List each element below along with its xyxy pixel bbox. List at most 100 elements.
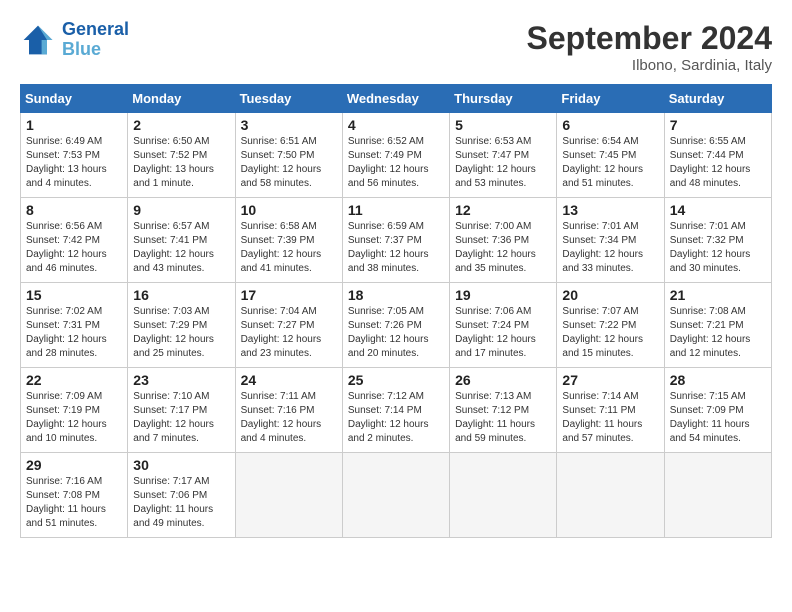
calendar-cell: 12 Sunrise: 7:00 AMSunset: 7:36 PMDayligh… bbox=[450, 198, 557, 283]
calendar-cell: 10 Sunrise: 6:58 AMSunset: 7:39 PMDayligh… bbox=[235, 198, 342, 283]
day-number: 6 bbox=[562, 117, 658, 133]
calendar-cell: 17 Sunrise: 7:04 AMSunset: 7:27 PMDayligh… bbox=[235, 283, 342, 368]
day-info: Sunrise: 6:51 AMSunset: 7:50 PMDaylight:… bbox=[241, 135, 337, 191]
day-number: 9 bbox=[133, 202, 229, 218]
day-number: 11 bbox=[348, 202, 444, 218]
calendar-cell: 22 Sunrise: 7:09 AMSunset: 7:19 PMDayligh… bbox=[21, 368, 128, 453]
calendar-cell: 7Sunrise: 6:55 AMSunset: 7:44 PMDaylight… bbox=[664, 113, 771, 198]
day-info: Sunrise: 7:12 AMSunset: 7:14 PMDaylight:… bbox=[348, 390, 444, 446]
calendar-cell: 9 Sunrise: 6:57 AMSunset: 7:41 PMDaylight… bbox=[128, 198, 235, 283]
day-info: Sunrise: 7:17 AMSunset: 7:06 PMDaylight:… bbox=[133, 475, 229, 531]
day-info: Sunrise: 7:15 AMSunset: 7:09 PMDaylight:… bbox=[670, 390, 766, 446]
day-info: Sunrise: 6:56 AMSunset: 7:42 PMDaylight:… bbox=[26, 220, 122, 276]
calendar-cell: 26 Sunrise: 7:13 AMSunset: 7:12 PMDayligh… bbox=[450, 368, 557, 453]
calendar-cell: 11 Sunrise: 6:59 AMSunset: 7:37 PMDayligh… bbox=[342, 198, 449, 283]
day-number: 30 bbox=[133, 457, 229, 473]
calendar-cell: 15 Sunrise: 7:02 AMSunset: 7:31 PMDayligh… bbox=[21, 283, 128, 368]
calendar-cell: 27Sunrise: 7:14 AMSunset: 7:11 PMDayligh… bbox=[557, 368, 664, 453]
calendar-week-row: 22 Sunrise: 7:09 AMSunset: 7:19 PMDayligh… bbox=[21, 368, 772, 453]
calendar-week-row: 15 Sunrise: 7:02 AMSunset: 7:31 PMDayligh… bbox=[21, 283, 772, 368]
day-info: Sunrise: 6:54 AMSunset: 7:45 PMDaylight:… bbox=[562, 135, 658, 191]
calendar-cell: 16 Sunrise: 7:03 AMSunset: 7:29 PMDayligh… bbox=[128, 283, 235, 368]
day-info: Sunrise: 6:57 AMSunset: 7:41 PMDaylight:… bbox=[133, 220, 229, 276]
calendar-cell: 1Sunrise: 6:49 AMSunset: 7:53 PMDaylight… bbox=[21, 113, 128, 198]
calendar-cell: 30 Sunrise: 7:17 AMSunset: 7:06 PMDayligh… bbox=[128, 453, 235, 538]
day-number: 7 bbox=[670, 117, 766, 133]
day-info: Sunrise: 7:06 AMSunset: 7:24 PMDaylight:… bbox=[455, 305, 551, 361]
month-title: September 2024 bbox=[527, 20, 772, 57]
day-number: 24 bbox=[241, 372, 337, 388]
calendar-cell bbox=[342, 453, 449, 538]
day-info: Sunrise: 7:13 AMSunset: 7:12 PMDaylight:… bbox=[455, 390, 551, 446]
calendar-cell: 29 Sunrise: 7:16 AMSunset: 7:08 PMDayligh… bbox=[21, 453, 128, 538]
day-info: Sunrise: 7:05 AMSunset: 7:26 PMDaylight:… bbox=[348, 305, 444, 361]
day-number: 15 bbox=[26, 287, 122, 303]
calendar-cell: 24 Sunrise: 7:11 AMSunset: 7:16 PMDayligh… bbox=[235, 368, 342, 453]
day-number: 10 bbox=[241, 202, 337, 218]
day-number: 14 bbox=[670, 202, 766, 218]
page-header: GeneralBlue September 2024 Ilbono, Sardi… bbox=[20, 20, 772, 74]
day-number: 16 bbox=[133, 287, 229, 303]
day-number: 17 bbox=[241, 287, 337, 303]
day-info: Sunrise: 6:58 AMSunset: 7:39 PMDaylight:… bbox=[241, 220, 337, 276]
day-info: Sunrise: 6:49 AMSunset: 7:53 PMDaylight:… bbox=[26, 135, 122, 191]
day-info: Sunrise: 7:08 AMSunset: 7:21 PMDaylight:… bbox=[670, 305, 766, 361]
day-info: Sunrise: 6:52 AMSunset: 7:49 PMDaylight:… bbox=[348, 135, 444, 191]
location-subtitle: Ilbono, Sardinia, Italy bbox=[527, 57, 772, 74]
logo-icon bbox=[20, 22, 56, 58]
day-number: 5 bbox=[455, 117, 551, 133]
col-friday: Friday bbox=[557, 85, 664, 113]
calendar-table: Sunday Monday Tuesday Wednesday Thursday… bbox=[20, 84, 772, 538]
day-number: 26 bbox=[455, 372, 551, 388]
day-info: Sunrise: 7:10 AMSunset: 7:17 PMDaylight:… bbox=[133, 390, 229, 446]
calendar-cell: 2 Sunrise: 6:50 AMSunset: 7:52 PMDaylight… bbox=[128, 113, 235, 198]
day-info: Sunrise: 7:09 AMSunset: 7:19 PMDaylight:… bbox=[26, 390, 122, 446]
calendar-header-row: Sunday Monday Tuesday Wednesday Thursday… bbox=[21, 85, 772, 113]
day-number: 12 bbox=[455, 202, 551, 218]
day-info: Sunrise: 7:11 AMSunset: 7:16 PMDaylight:… bbox=[241, 390, 337, 446]
calendar-cell bbox=[557, 453, 664, 538]
day-number: 28 bbox=[670, 372, 766, 388]
day-number: 19 bbox=[455, 287, 551, 303]
day-info: Sunrise: 7:02 AMSunset: 7:31 PMDaylight:… bbox=[26, 305, 122, 361]
day-info: Sunrise: 6:59 AMSunset: 7:37 PMDaylight:… bbox=[348, 220, 444, 276]
day-number: 25 bbox=[348, 372, 444, 388]
col-thursday: Thursday bbox=[450, 85, 557, 113]
calendar-week-row: 1Sunrise: 6:49 AMSunset: 7:53 PMDaylight… bbox=[21, 113, 772, 198]
calendar-cell bbox=[235, 453, 342, 538]
calendar-cell: 25 Sunrise: 7:12 AMSunset: 7:14 PMDayligh… bbox=[342, 368, 449, 453]
col-monday: Monday bbox=[128, 85, 235, 113]
day-number: 22 bbox=[26, 372, 122, 388]
day-info: Sunrise: 7:00 AMSunset: 7:36 PMDaylight:… bbox=[455, 220, 551, 276]
calendar-cell: 18Sunrise: 7:05 AMSunset: 7:26 PMDayligh… bbox=[342, 283, 449, 368]
day-info: Sunrise: 7:01 AMSunset: 7:34 PMDaylight:… bbox=[562, 220, 658, 276]
calendar-cell: 21 Sunrise: 7:08 AMSunset: 7:21 PMDayligh… bbox=[664, 283, 771, 368]
day-info: Sunrise: 6:50 AMSunset: 7:52 PMDaylight:… bbox=[133, 135, 229, 191]
title-block: September 2024 Ilbono, Sardinia, Italy bbox=[527, 20, 772, 74]
day-number: 8 bbox=[26, 202, 122, 218]
day-info: Sunrise: 7:14 AMSunset: 7:11 PMDaylight:… bbox=[562, 390, 658, 446]
calendar-cell: 23Sunrise: 7:10 AMSunset: 7:17 PMDayligh… bbox=[128, 368, 235, 453]
logo-text: GeneralBlue bbox=[62, 20, 129, 60]
day-number: 4 bbox=[348, 117, 444, 133]
day-info: Sunrise: 7:04 AMSunset: 7:27 PMDaylight:… bbox=[241, 305, 337, 361]
calendar-cell: 14 Sunrise: 7:01 AMSunset: 7:32 PMDayligh… bbox=[664, 198, 771, 283]
calendar-week-row: 29 Sunrise: 7:16 AMSunset: 7:08 PMDayligh… bbox=[21, 453, 772, 538]
calendar-cell: 28 Sunrise: 7:15 AMSunset: 7:09 PMDayligh… bbox=[664, 368, 771, 453]
calendar-cell: 5Sunrise: 6:53 AMSunset: 7:47 PMDaylight… bbox=[450, 113, 557, 198]
calendar-cell: 3Sunrise: 6:51 AMSunset: 7:50 PMDaylight… bbox=[235, 113, 342, 198]
col-tuesday: Tuesday bbox=[235, 85, 342, 113]
day-number: 2 bbox=[133, 117, 229, 133]
day-info: Sunrise: 7:03 AMSunset: 7:29 PMDaylight:… bbox=[133, 305, 229, 361]
day-info: Sunrise: 7:01 AMSunset: 7:32 PMDaylight:… bbox=[670, 220, 766, 276]
day-number: 21 bbox=[670, 287, 766, 303]
calendar-cell: 6 Sunrise: 6:54 AMSunset: 7:45 PMDaylight… bbox=[557, 113, 664, 198]
calendar-cell: 4 Sunrise: 6:52 AMSunset: 7:49 PMDaylight… bbox=[342, 113, 449, 198]
day-number: 29 bbox=[26, 457, 122, 473]
col-sunday: Sunday bbox=[21, 85, 128, 113]
day-info: Sunrise: 7:07 AMSunset: 7:22 PMDaylight:… bbox=[562, 305, 658, 361]
day-info: Sunrise: 7:16 AMSunset: 7:08 PMDaylight:… bbox=[26, 475, 122, 531]
day-number: 20 bbox=[562, 287, 658, 303]
col-saturday: Saturday bbox=[664, 85, 771, 113]
day-number: 13 bbox=[562, 202, 658, 218]
